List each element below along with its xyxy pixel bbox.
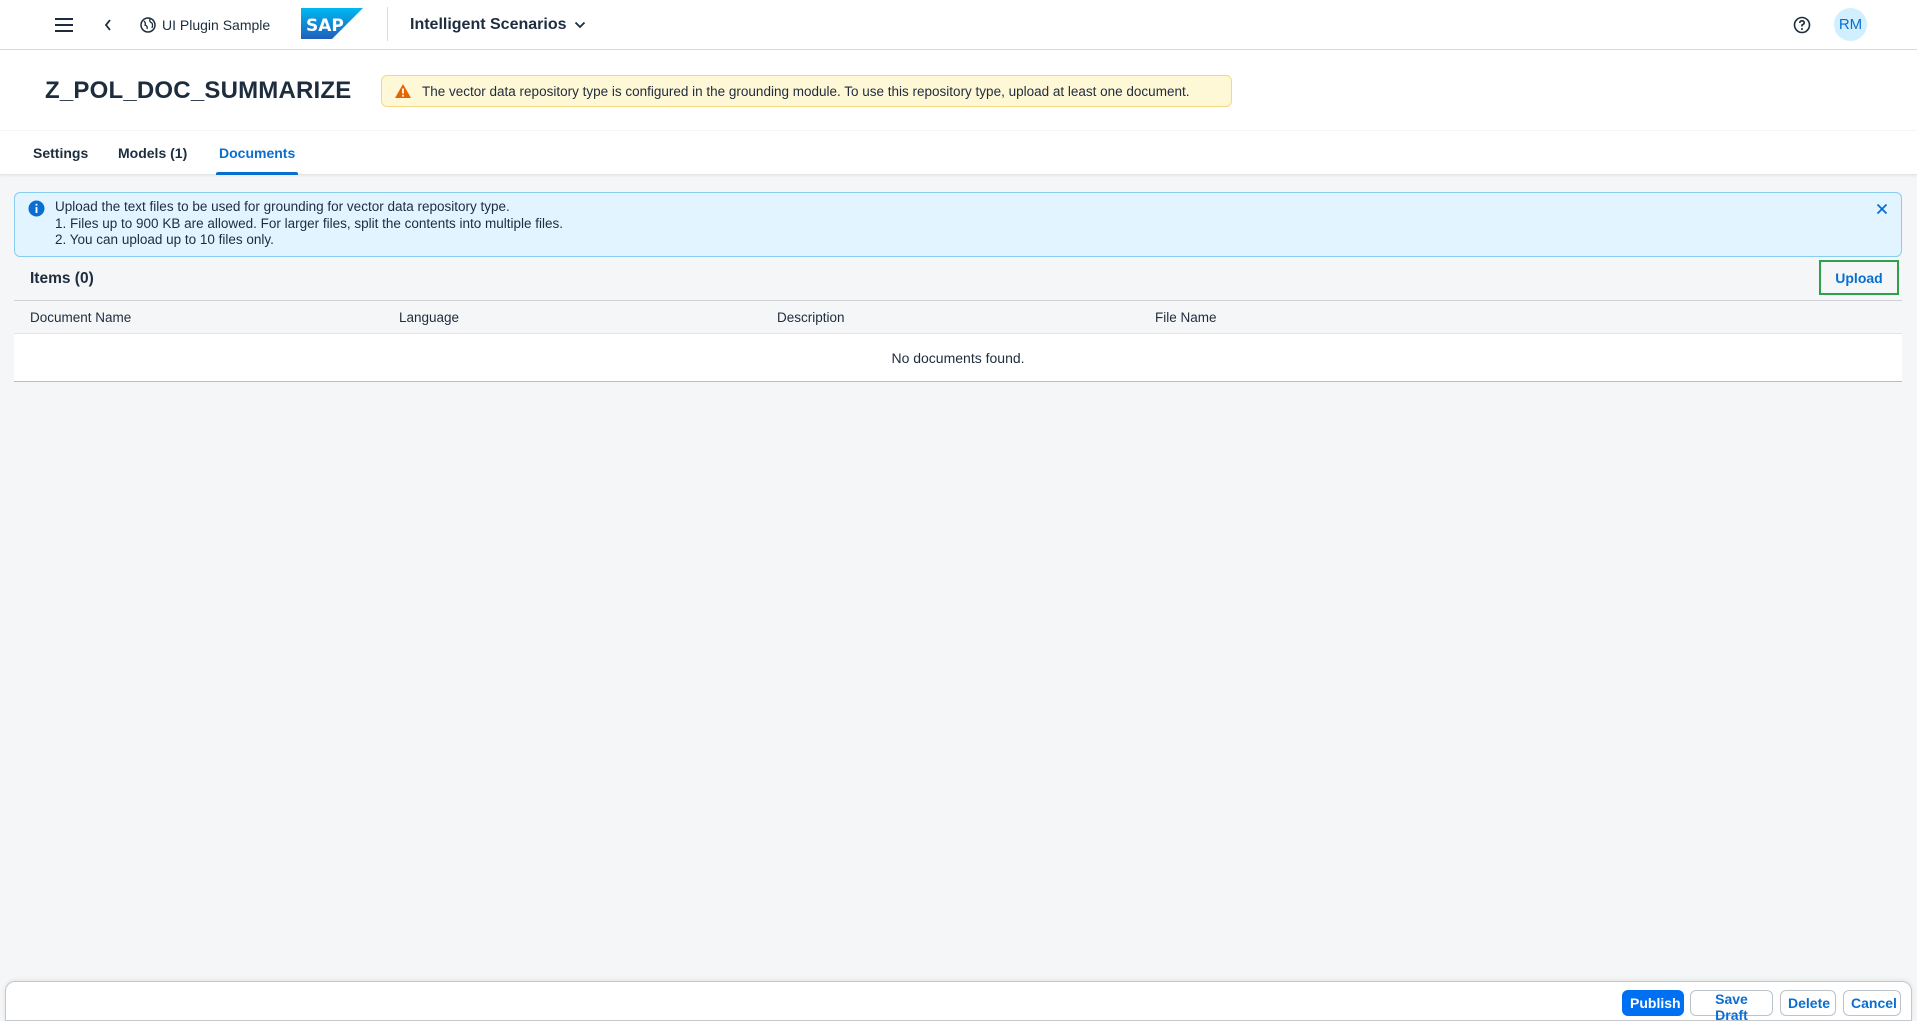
cancel-button[interactable]: Cancel — [1843, 990, 1901, 1016]
items-count: Items (0) — [30, 270, 94, 287]
tab-settings[interactable]: Settings — [33, 131, 88, 175]
tab-documents[interactable]: Documents — [215, 131, 299, 175]
help-button[interactable] — [1786, 9, 1818, 41]
info-line-1: Upload the text files to be used for gro… — [55, 199, 510, 214]
save-draft-button[interactable]: Save Draft — [1690, 990, 1773, 1021]
upload-button[interactable]: Upload — [1819, 260, 1899, 295]
menu-button[interactable] — [48, 9, 80, 41]
table-empty-row: No documents found. — [14, 334, 1902, 382]
info-icon — [28, 200, 45, 217]
info-line-2: 1. Files up to 900 KB are allowed. For l… — [55, 215, 563, 231]
warning-icon — [395, 84, 411, 98]
table-toolbar: Items (0) Upload — [14, 259, 1902, 300]
column-header-document-name: Document Name — [30, 310, 132, 325]
warning-text: The vector data repository type is confi… — [422, 83, 1190, 99]
help-icon — [1793, 16, 1811, 34]
object-header: Z_POL_DOC_SUMMARIZE The vector data repo… — [0, 50, 1917, 130]
delete-button[interactable]: Delete — [1780, 990, 1836, 1016]
app-title: Intelligent Scenarios — [410, 16, 567, 33]
plugin-label: UI Plugin Sample — [162, 17, 271, 33]
page-title: Z_POL_DOC_SUMMARIZE — [45, 77, 352, 104]
back-button[interactable] — [92, 9, 124, 41]
hamburger-icon — [55, 18, 73, 32]
info-line-3: 2. You can upload up to 10 files only. — [55, 232, 274, 247]
user-avatar[interactable]: RM — [1834, 8, 1867, 41]
sap-logo-text: SAP — [306, 16, 344, 36]
info-text: Upload the text files to be used for gro… — [55, 199, 563, 249]
close-info-button[interactable] — [1871, 198, 1893, 220]
column-header-description: Description — [777, 310, 845, 325]
plugin-link[interactable]: UI Plugin Sample — [140, 12, 270, 38]
tab-bar: Settings Models (1) Documents — [0, 131, 1917, 175]
shell-divider — [387, 7, 388, 41]
globe-icon — [140, 17, 156, 33]
info-message-strip: Upload the text files to be used for gro… — [14, 192, 1902, 257]
table-header: Document Name Language Description File … — [14, 300, 1902, 334]
tab-models[interactable]: Models (1) — [118, 131, 187, 175]
column-header-language: Language — [399, 310, 460, 325]
warning-message-strip: The vector data repository type is confi… — [381, 75, 1232, 107]
chevron-down-icon — [575, 21, 586, 29]
empty-state-text: No documents found. — [891, 349, 1025, 366]
chevron-left-icon — [104, 19, 111, 31]
column-header-file-name: File Name — [1155, 310, 1217, 325]
close-icon — [1876, 203, 1888, 215]
shell-bar: UI Plugin Sample SAP Intelligent Scenari… — [0, 0, 1917, 50]
sap-logo: SAP — [301, 8, 363, 39]
app-title-menu[interactable]: Intelligent Scenarios — [410, 13, 586, 37]
footer-toolbar: Publish Save Draft Delete Cancel — [5, 981, 1912, 1021]
publish-button[interactable]: Publish — [1622, 990, 1684, 1016]
